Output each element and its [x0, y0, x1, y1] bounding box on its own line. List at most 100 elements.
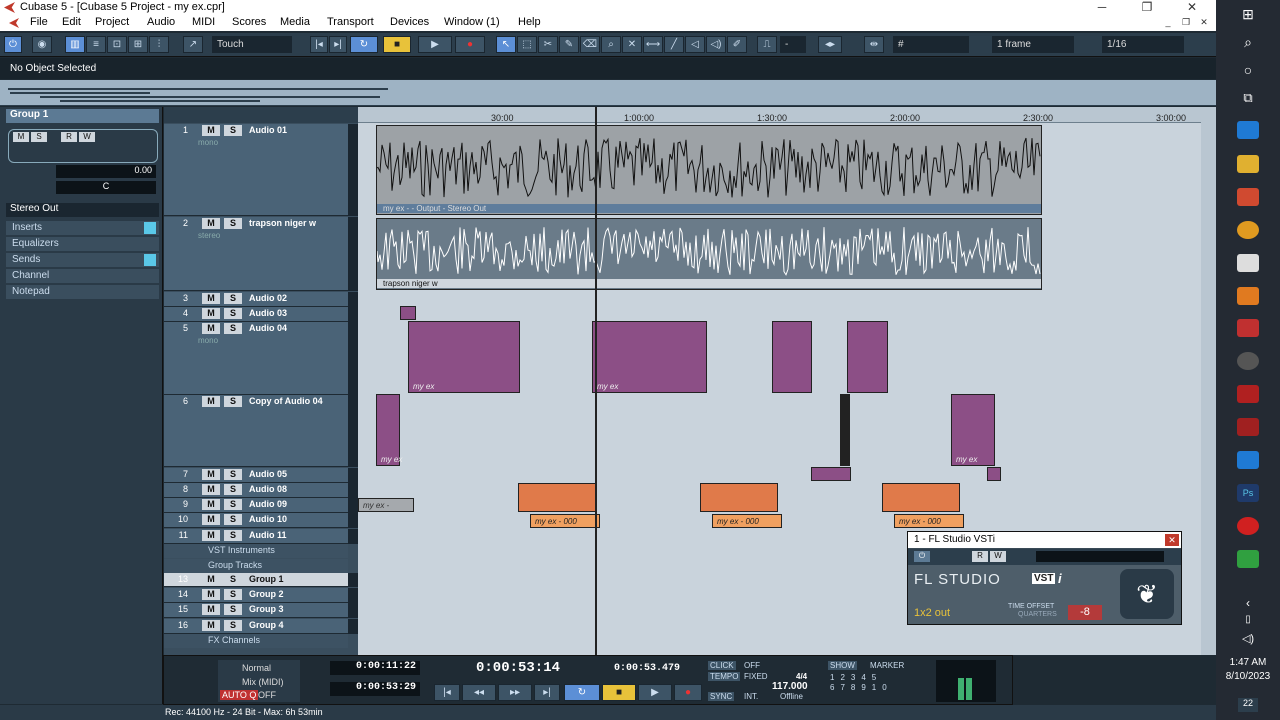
plugin-power-button[interactable]: ⏻	[914, 551, 930, 562]
folder-track[interactable]: FX Channels	[164, 634, 348, 648]
app-menu-icon[interactable]	[9, 18, 19, 28]
track-header[interactable]: 2 M Strapson niger w stereo	[164, 217, 348, 291]
play-button[interactable]: ▶	[418, 36, 452, 53]
inspector-section-notepad[interactable]: Notepad	[6, 285, 159, 299]
mute-tool[interactable]: ✕	[622, 36, 642, 53]
app-icon[interactable]	[1237, 352, 1259, 370]
record-button[interactable]: ●	[455, 36, 485, 53]
mute-button[interactable]: M	[202, 125, 220, 136]
go-to-end-button[interactable]: ▸|	[534, 684, 560, 701]
cycle-button[interactable]: ↻	[350, 36, 378, 53]
show-mixer-button[interactable]: ⫶	[149, 36, 169, 53]
mute-button[interactable]: M	[202, 308, 220, 319]
store-icon[interactable]	[1237, 188, 1259, 206]
solo-button[interactable]: S	[224, 125, 242, 136]
audio-event[interactable]	[840, 394, 850, 466]
folder-track[interactable]: Group Tracks	[164, 559, 348, 573]
sync-button[interactable]: SYNC	[708, 692, 735, 701]
auto-quantize-button[interactable]: AUTO Q	[220, 690, 259, 700]
app-icon[interactable]	[1237, 418, 1259, 436]
folder-track[interactable]: VST Instruments	[164, 544, 348, 558]
project-cursor[interactable]	[595, 107, 597, 655]
track-name[interactable]: Audio 05	[249, 469, 287, 479]
show-infoline-button[interactable]: ≡	[86, 36, 106, 53]
menu-scores[interactable]: Scores	[232, 16, 266, 28]
time-offset-value[interactable]: -8	[1068, 605, 1102, 620]
inspector-pan[interactable]: C	[56, 181, 156, 194]
search-icon[interactable]: ⌕	[1237, 34, 1259, 52]
right-locator[interactable]: 0:00:53:29	[330, 682, 420, 696]
audio-event[interactable]: my ex - 000	[894, 514, 964, 528]
track-header[interactable]: 10 M S Audio 10	[164, 513, 348, 528]
inspector-write-button[interactable]: W	[79, 132, 95, 142]
snap-zero-crossing-button[interactable]: ⇹	[864, 36, 884, 53]
solo-button[interactable]: S	[224, 218, 242, 229]
show-pool-button[interactable]: ⊞	[128, 36, 148, 53]
go-to-start-button[interactable]: |◂	[434, 684, 460, 701]
menu-transport[interactable]: Transport	[327, 16, 374, 28]
doc-close-button[interactable]: ✕	[1196, 15, 1212, 30]
tempo-button[interactable]: TEMPO	[708, 672, 741, 681]
audition-tool[interactable]: ◁	[685, 36, 705, 53]
start-icon[interactable]: ⊞	[1237, 6, 1259, 24]
inserts-bypass-icon[interactable]	[144, 222, 156, 234]
mute-button[interactable]: M	[202, 514, 220, 525]
inspector-section-equalizers[interactable]: Equalizers	[6, 237, 159, 251]
usb-icon[interactable]: ▯	[1237, 614, 1259, 632]
notifications-badge[interactable]: 22	[1238, 698, 1258, 712]
nudge-dropdown[interactable]: -	[780, 36, 806, 53]
grid-type-dropdown[interactable]: #	[893, 36, 969, 53]
inspector-mute-button[interactable]: M	[13, 132, 29, 142]
doc-minimize-button[interactable]: _	[1160, 15, 1176, 30]
left-locator[interactable]: 0:00:11:22	[330, 661, 420, 675]
quantize-dropdown[interactable]: 1/16	[1102, 36, 1184, 53]
solo-button[interactable]: S	[224, 293, 242, 304]
track-name[interactable]: Group 4	[249, 620, 284, 630]
audio-event[interactable]: trapson niger w	[376, 218, 1042, 290]
track-header[interactable]: 15 M S Group 3	[164, 603, 348, 618]
solo-button[interactable]: S	[224, 604, 242, 615]
volume-icon[interactable]: ◁)	[1237, 632, 1259, 650]
mail-icon[interactable]	[1237, 254, 1259, 272]
voicemeeter-icon[interactable]	[1237, 385, 1259, 403]
track-header[interactable]: 11 M S Audio 11	[164, 529, 348, 544]
track-header[interactable]: 16 M S Group 4	[164, 619, 348, 634]
audio-event[interactable]: my ex	[408, 321, 520, 393]
app-icon[interactable]	[1237, 550, 1259, 568]
plugin-close-button[interactable]: ✕	[1165, 534, 1179, 546]
cortana-icon[interactable]: ○	[1237, 62, 1259, 80]
mute-button[interactable]: M	[202, 530, 220, 541]
close-button[interactable]: ✕	[1172, 0, 1212, 15]
range-selection-tool[interactable]: ⬚	[517, 36, 537, 53]
color-tool[interactable]: ✐	[727, 36, 747, 53]
draw-tool[interactable]: ✎	[559, 36, 579, 53]
inspector-output-routing[interactable]: Stereo Out	[6, 203, 159, 217]
track-name[interactable]: Audio 01	[249, 125, 287, 135]
audio-event[interactable]: my ex - 000	[712, 514, 782, 528]
autoscroll-button[interactable]: ⎍	[757, 36, 777, 53]
fast-forward-button[interactable]: ▸▸	[498, 684, 532, 701]
stop-button[interactable]: ■	[383, 36, 411, 53]
plugin-preset-field[interactable]	[1036, 551, 1164, 562]
constrain-delay-button[interactable]: ◉	[32, 36, 52, 53]
track-name[interactable]: Audio 09	[249, 499, 287, 509]
mute-button[interactable]: M	[202, 604, 220, 615]
erase-tool[interactable]: ⌫	[580, 36, 600, 53]
menu-help[interactable]: Help	[518, 16, 541, 28]
track-header[interactable]: 6 M S Copy of Audio 04	[164, 395, 348, 467]
solo-button[interactable]: S	[224, 396, 242, 407]
automation-icon[interactable]: ↗	[183, 36, 203, 53]
show-inspector-button[interactable]: ▥	[65, 36, 85, 53]
audio-event[interactable]: my ex -	[358, 498, 414, 512]
sends-bypass-icon[interactable]	[144, 254, 156, 266]
audio-event[interactable]: my ex - - Output - Stereo Out	[376, 125, 1042, 215]
inspector-read-button[interactable]: R	[61, 132, 77, 142]
ruler[interactable]: 30:00 1:00:00 1:30:00 2:00:00 2:30:00 3:…	[358, 107, 1201, 123]
opera-icon[interactable]	[1237, 517, 1259, 535]
edge-icon[interactable]	[1237, 121, 1259, 139]
audio-event[interactable]	[987, 467, 1001, 481]
marker-buttons-row1[interactable]: 12345	[830, 673, 882, 682]
plugin-read-button[interactable]: R	[972, 551, 988, 562]
inspector-track-name[interactable]: Group 1	[6, 109, 159, 123]
audio-event[interactable]: my ex	[376, 394, 402, 466]
